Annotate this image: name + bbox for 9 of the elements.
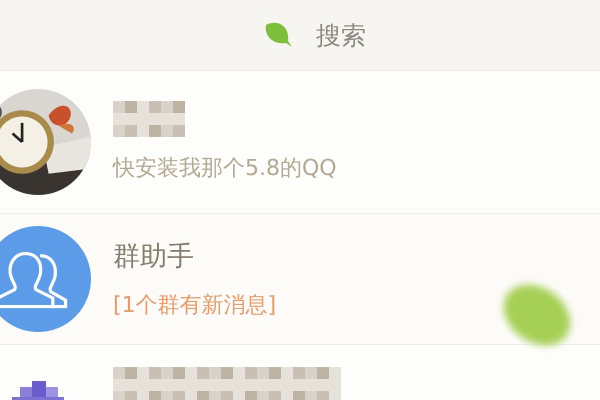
conversation-row[interactable]: 群助手 [1个群有新消息] [0, 214, 600, 345]
leaf-icon [264, 21, 294, 49]
contact-name: 群助手 [113, 240, 194, 274]
search-label: 搜索 [316, 20, 366, 52]
search-bar[interactable]: 搜索 [0, 0, 600, 71]
message-preview: [1个群有新消息] [113, 292, 276, 320]
conversation-row[interactable]: 快安装我那个5.8的QQ [0, 71, 600, 214]
message-preview: 快安装我那个5.8的QQ [113, 155, 337, 183]
group-avatar-icon [0, 226, 91, 332]
